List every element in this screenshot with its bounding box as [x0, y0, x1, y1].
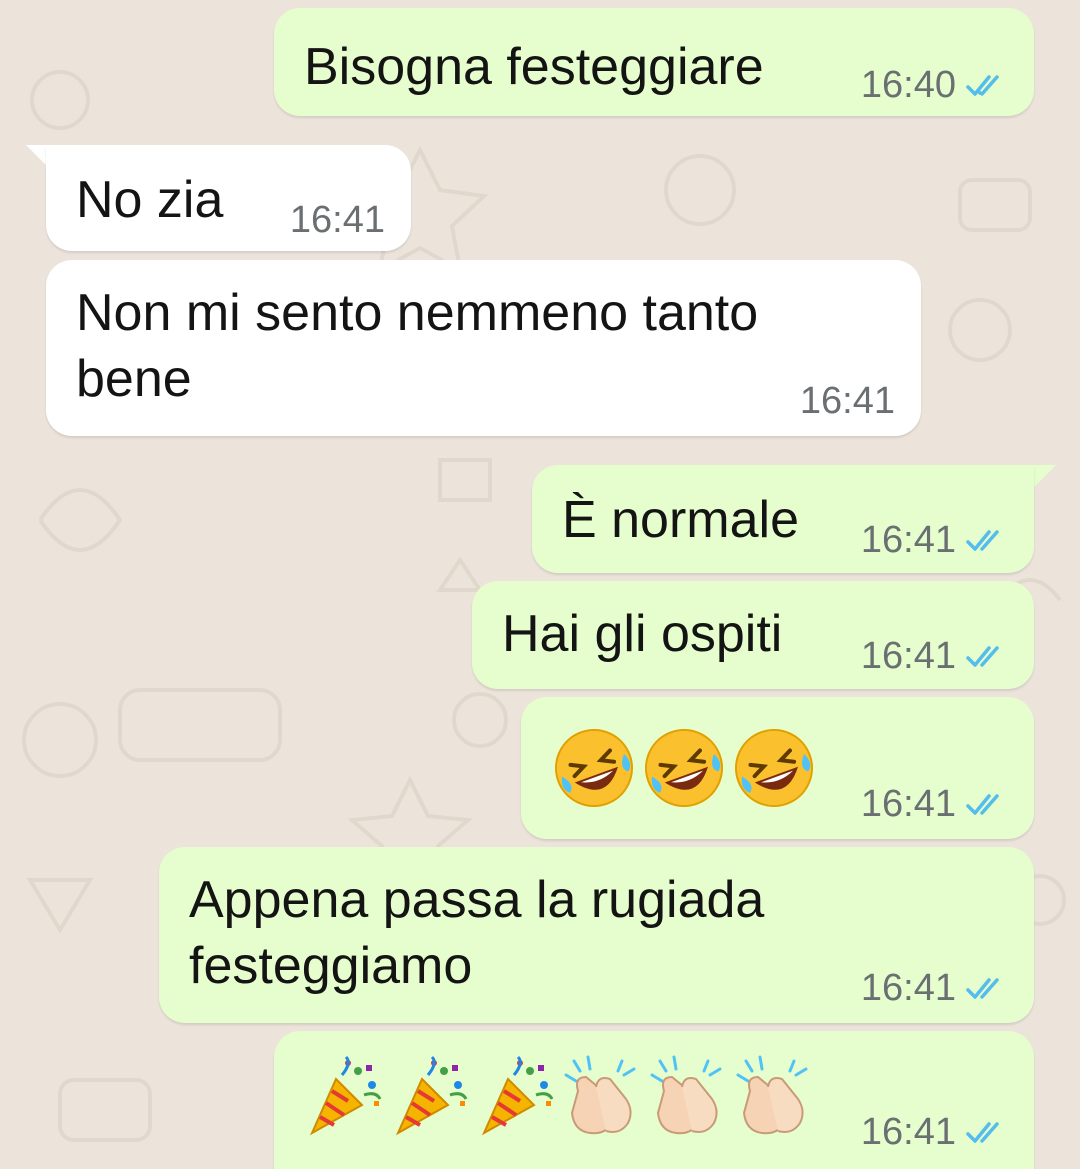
message-time: 16:41	[860, 783, 956, 825]
message-meta: 16:41	[861, 519, 1008, 562]
message-time: 16:41	[860, 519, 956, 561]
message-bubble-outgoing[interactable]: Bisogna festeggiare 16:40	[274, 8, 1034, 116]
party-popper-icon	[474, 1055, 558, 1139]
message-bubble-outgoing[interactable]: Hai gli ospiti 16:41	[472, 581, 1034, 689]
rolling-on-floor-laughing-icon	[731, 725, 817, 811]
message-bubble-incoming[interactable]: Non mi sento nemmeno tanto bene 16:41	[46, 260, 921, 436]
message-text-line: festeggiamo	[189, 937, 473, 995]
clapping-hands-icon	[732, 1055, 816, 1139]
rolling-on-floor-laughing-icon	[641, 725, 727, 811]
message-text: Bisogna festeggiare	[304, 38, 764, 96]
message-bubble-outgoing[interactable]: 16:41	[274, 1031, 1034, 1169]
message-text: Hai gli ospiti	[502, 605, 783, 663]
party-popper-icon	[302, 1055, 386, 1139]
message-time: 16:41	[860, 635, 956, 677]
message-time: 16:41	[860, 1111, 956, 1153]
message-meta: 16:41	[861, 1111, 1008, 1154]
message-text-line: Non mi sento nemmeno tanto	[76, 284, 759, 342]
message-meta: 16:40	[861, 64, 1008, 107]
emoji-row	[302, 1055, 816, 1139]
message-meta: 16:41	[861, 635, 1008, 678]
message-time: 16:40	[860, 64, 956, 106]
double-check-icon	[966, 529, 1008, 553]
message-text: È normale	[562, 491, 799, 549]
message-text: No zia	[76, 171, 224, 229]
double-check-icon	[966, 793, 1008, 817]
clapping-hands-icon	[560, 1055, 644, 1139]
message-meta: 16:41	[861, 783, 1008, 826]
message-time: 16:41	[799, 380, 895, 422]
message-time: 16:41	[289, 199, 385, 241]
message-bubble-outgoing[interactable]: Appena passa la rugiada festeggiamo 16:4…	[159, 847, 1034, 1023]
double-check-icon	[966, 74, 1008, 98]
clapping-hands-icon	[646, 1055, 730, 1139]
message-text-line: Appena passa la rugiada	[189, 871, 765, 929]
party-popper-icon	[388, 1055, 472, 1139]
message-meta: 16:41	[290, 199, 385, 242]
message-bubble-outgoing[interactable]: È normale 16:41	[532, 465, 1034, 573]
double-check-icon	[966, 977, 1008, 1001]
rolling-on-floor-laughing-icon	[551, 725, 637, 811]
message-time: 16:41	[860, 967, 956, 1009]
message-meta: 16:41	[861, 967, 1008, 1010]
emoji-row	[551, 725, 817, 811]
double-check-icon	[966, 1121, 1008, 1145]
message-text-line: bene	[76, 350, 192, 408]
message-meta: 16:41	[800, 380, 895, 423]
double-check-icon	[966, 645, 1008, 669]
message-bubble-incoming[interactable]: No zia 16:41	[46, 145, 411, 251]
message-bubble-outgoing[interactable]: 16:41	[521, 697, 1034, 839]
